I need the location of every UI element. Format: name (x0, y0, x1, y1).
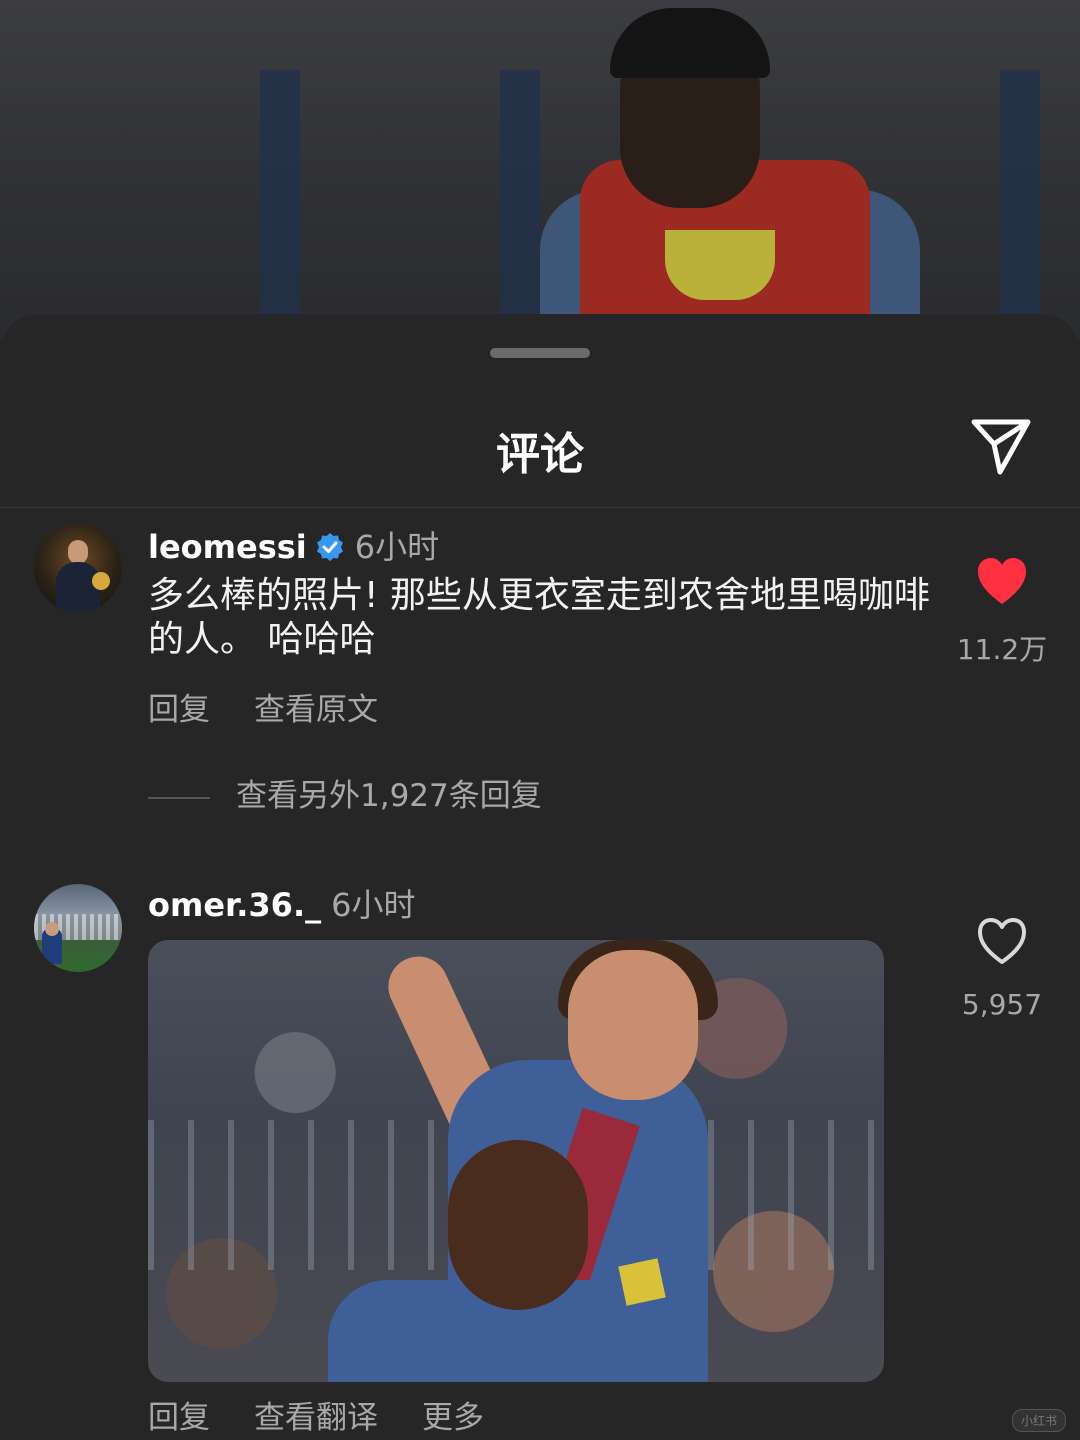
see-translation-button[interactable]: 查看翻译 (254, 1400, 378, 1436)
verified-badge-icon (315, 532, 345, 562)
more-button[interactable]: 更多 (422, 1400, 484, 1436)
gif-player2-head (448, 1140, 588, 1310)
gif-sleeve-badge (618, 1258, 666, 1306)
replies-line (148, 796, 210, 799)
view-replies-link[interactable]: 查看另外1,927条回复 (148, 770, 542, 815)
timestamp: 6小时 (331, 886, 416, 924)
avatar[interactable] (34, 524, 122, 612)
reply-button[interactable]: 回复 (148, 1400, 210, 1436)
avatar-face (68, 540, 88, 564)
avatar-trophy (92, 572, 110, 590)
reply-button[interactable]: 回复 (148, 692, 210, 728)
comment-header: leomessi 6小时 (148, 522, 439, 568)
sheet-title: 评论 (496, 429, 584, 480)
sheet-grabber[interactable] (490, 348, 590, 358)
like-count: 5,957 (961, 988, 1043, 1021)
comment-actions: 回复 查看原文 (148, 684, 422, 729)
like-count: 11.2万 (956, 633, 1048, 666)
post-background-photo (0, 0, 1080, 340)
timestamp: 6小时 (354, 528, 440, 566)
comment-actions: 回复 查看翻译 更多 (148, 1392, 528, 1437)
comments-sheet: 评论 leomessi 6小时 多么棒的照片! 那些从更衣室走到农舍地里喝咖啡的人… (0, 314, 1080, 1440)
send-icon[interactable] (966, 414, 1036, 478)
heart-icon[interactable] (970, 550, 1034, 614)
avatar-face (45, 922, 59, 936)
stadium-pillar (500, 70, 540, 340)
comment-header: omer.36._ 6小时 (148, 880, 415, 926)
username[interactable]: leomessi (148, 528, 307, 566)
stadium-pillar (1000, 70, 1040, 340)
watermark: 小红书 (1011, 1409, 1066, 1432)
player-collar (665, 230, 775, 300)
comment-gif-image[interactable] (148, 940, 884, 1382)
username[interactable]: omer.36._ (148, 886, 321, 924)
player-headband (610, 8, 770, 78)
heart-icon[interactable] (970, 910, 1034, 974)
avatar[interactable] (34, 884, 122, 972)
view-replies-label: 查看另外1,927条回复 (236, 778, 542, 814)
gif-player-head (568, 950, 698, 1100)
header-divider (0, 507, 1080, 508)
comment-text: 多么棒的照片! 那些从更衣室走到农舍地里喝咖啡的人。 哈哈哈 (148, 575, 930, 660)
stadium-pillar (260, 70, 300, 340)
see-original-button[interactable]: 查看原文 (254, 692, 378, 728)
